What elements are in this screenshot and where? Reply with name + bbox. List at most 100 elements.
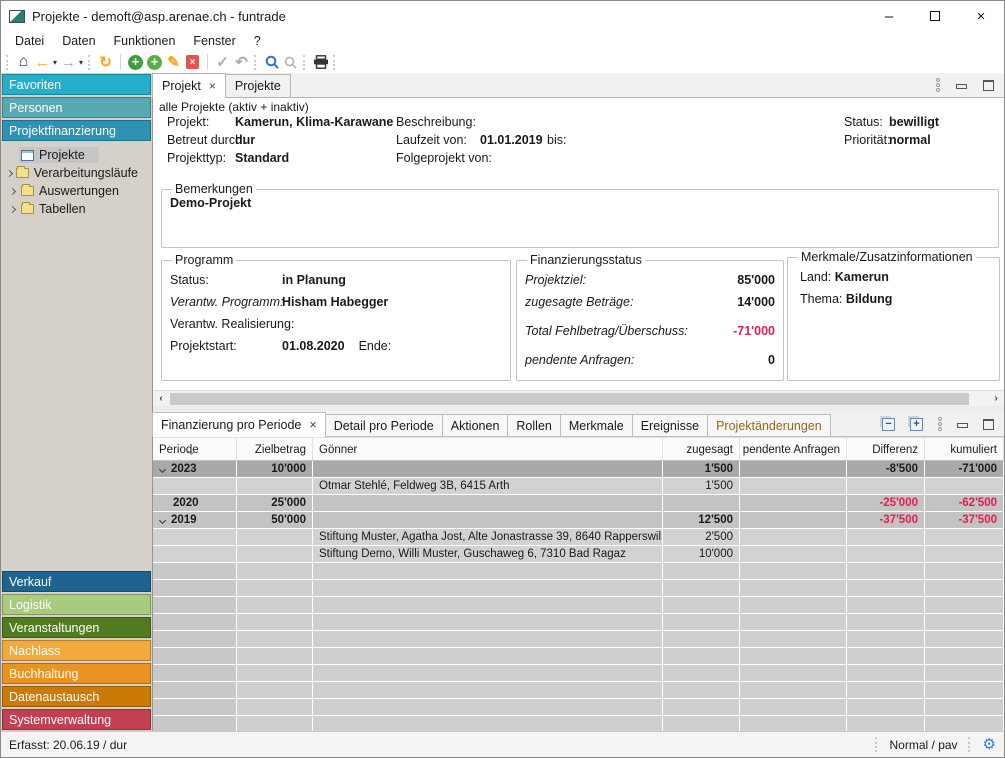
horizontal-scrollbar[interactable]: ‹ › — [153, 390, 1004, 406]
scroll-left-icon[interactable]: ‹ — [153, 393, 169, 404]
projekttyp-value: Standard — [235, 151, 289, 165]
back-dropdown-caret-icon[interactable]: ▾ — [53, 58, 57, 67]
zugesagt-value — [663, 495, 740, 511]
column-header-goenner[interactable]: Gönner — [313, 438, 663, 460]
sidebar-section-systemverwaltung[interactable]: Systemverwaltung — [2, 709, 151, 730]
close-button[interactable]: × — [958, 1, 1004, 31]
toolbar-grip[interactable] — [303, 55, 308, 70]
scroll-right-icon[interactable]: › — [988, 393, 1004, 404]
tab-aktionen[interactable]: Aktionen — [442, 414, 509, 436]
sidebar-section-datenaustausch[interactable]: Datenaustausch — [2, 686, 151, 707]
table-row-detail[interactable]: Otmar Stehlé, Feldweg 3B, 6415 Arth 1'50… — [153, 478, 1004, 495]
print-button[interactable] — [311, 52, 330, 72]
tree-item-projekte[interactable]: Projekte — [1, 146, 152, 164]
back-button[interactable]: ← — [33, 52, 52, 72]
menu-help[interactable]: ? — [245, 31, 270, 51]
sidebar-section-logistik[interactable]: Logistik — [2, 594, 151, 615]
tree-item-auswertungen[interactable]: Auswertungen — [1, 182, 152, 200]
table-row-empty — [153, 597, 1004, 614]
status-bar: Erfasst: 20.06.19 / dur Normal / pav ⚙ — [1, 731, 1004, 757]
pane-maximize-icon[interactable] — [983, 80, 994, 91]
column-header-zugesagt[interactable]: zugesagt — [663, 438, 740, 460]
add-copy-button[interactable]: + — [145, 52, 164, 72]
tree-item-verarbeitungslaeufe[interactable]: Verarbeitungsläufe — [1, 164, 152, 182]
menu-funktionen[interactable]: Funktionen — [105, 31, 185, 51]
table-row-group-2019[interactable]: 2019 50'000 12'500 -37'500 -37'500 — [153, 512, 1004, 529]
sidebar-section-buchhaltung[interactable]: Buchhaltung — [2, 663, 151, 684]
sidebar-section-projektfinanzierung[interactable]: Projektfinanzierung — [2, 120, 151, 141]
column-header-pendente-anfragen[interactable]: pendente Anfragen — [740, 438, 847, 460]
pane-menu-icon[interactable] — [938, 417, 942, 431]
pane-minimize-icon[interactable] — [956, 84, 967, 89]
toolbar-grip[interactable] — [333, 55, 338, 70]
sidebar-section-nachlass[interactable]: Nachlass — [2, 640, 151, 661]
pane-minimize-icon[interactable] — [957, 423, 968, 428]
sidebar-section-favoriten[interactable]: Favoriten — [2, 74, 151, 95]
thema-label: Thema: — [800, 288, 842, 310]
project-form: alle Projekte (aktiv + inaktiv) Projekt:… — [153, 98, 1004, 390]
pane-maximize-icon[interactable] — [983, 419, 994, 430]
toolbar-grip[interactable] — [88, 55, 93, 70]
pane-menu-icon[interactable] — [936, 78, 940, 92]
sidebar: Favoriten Personen Projektfinanzierung P… — [1, 73, 153, 731]
column-header-differenz[interactable]: Differenz — [847, 438, 925, 460]
collapse-all-icon[interactable]: − — [882, 418, 895, 431]
sidebar-section-verkauf[interactable]: Verkauf — [2, 571, 151, 592]
maximize-button[interactable] — [912, 1, 958, 31]
toolbar-grip[interactable] — [254, 55, 259, 70]
expander-down-icon[interactable] — [159, 465, 166, 472]
refresh-button[interactable]: ↻ — [96, 52, 115, 72]
edit-button[interactable]: ✎ — [164, 52, 183, 72]
expander-down-icon[interactable] — [159, 516, 166, 523]
menu-datei[interactable]: Datei — [6, 31, 53, 51]
tab-ereignisse[interactable]: Ereignisse — [632, 414, 708, 436]
toolbar-grip[interactable] — [6, 55, 11, 70]
chevron-right-icon[interactable] — [9, 205, 16, 212]
column-header-zielbetrag[interactable]: Zielbetrag — [237, 438, 313, 460]
tab-close-icon[interactable]: × — [209, 79, 216, 93]
forward-dropdown-caret-icon[interactable]: ▾ — [79, 58, 83, 67]
tab-rollen[interactable]: Rollen — [507, 414, 560, 436]
table-row-detail[interactable]: Stiftung Demo, Willi Muster, Guschaweg 6… — [153, 546, 1004, 563]
sidebar-section-veranstaltungen[interactable]: Veranstaltungen — [2, 617, 151, 638]
projekt-label: Projekt: — [167, 115, 209, 129]
tree-item-tabellen[interactable]: Tabellen — [1, 200, 152, 218]
search-icon — [265, 55, 279, 69]
tab-projekte[interactable]: Projekte — [225, 74, 291, 97]
minimize-button[interactable]: – — [866, 1, 912, 31]
tab-projekt[interactable]: Projekt × — [152, 73, 226, 98]
folder-icon — [21, 204, 34, 214]
chevron-right-icon[interactable] — [9, 187, 16, 194]
finanzierungsstatus-legend: Finanzierungsstatus — [527, 253, 645, 267]
expand-all-icon[interactable]: + — [910, 418, 923, 431]
undo-button[interactable]: ↶ — [232, 52, 251, 72]
tab-finanzierung-pro-periode[interactable]: Finanzierung pro Periode × — [152, 412, 326, 437]
tab-close-icon[interactable]: × — [309, 418, 316, 432]
delete-button[interactable]: × — [183, 52, 202, 72]
chevron-right-icon[interactable] — [6, 169, 13, 176]
sidebar-section-personen[interactable]: Personen — [2, 97, 151, 118]
search-button[interactable] — [262, 52, 281, 72]
home-button[interactable]: ⌂ — [14, 52, 33, 72]
table-row-group-2020[interactable]: 2020 25'000 -25'000 -62'500 — [153, 495, 1004, 512]
search-secondary-button[interactable] — [281, 52, 300, 72]
table-row-detail[interactable]: Stiftung Muster, Agatha Jost, Alte Jonas… — [153, 529, 1004, 546]
column-header-periode[interactable]: Periode — [153, 438, 237, 460]
menu-daten[interactable]: Daten — [53, 31, 104, 51]
programm-status-value: in Planung — [282, 269, 346, 291]
forward-button[interactable]: → — [59, 52, 78, 72]
home-icon: ⌂ — [19, 54, 29, 70]
confirm-button[interactable]: ✓ — [213, 52, 232, 72]
column-header-kumuliert[interactable]: kumuliert — [925, 438, 1004, 460]
add-button[interactable]: + — [126, 52, 145, 72]
menu-fenster[interactable]: Fenster — [184, 31, 244, 51]
table-row-group-2023[interactable]: 2023 10'000 1'500 -8'500 -71'000 — [153, 461, 1004, 478]
tab-projektaenderungen[interactable]: Projektänderungen — [707, 414, 831, 436]
settings-gear-icon[interactable]: ⚙ — [983, 737, 996, 752]
tab-detail-pro-periode[interactable]: Detail pro Periode — [325, 414, 443, 436]
toolbar: ⌂ ← ▾ → ▾ ↻ + + ✎ × ✓ ↶ — [1, 51, 1004, 73]
zielbetrag-value: 25'000 — [237, 495, 313, 511]
folder-icon — [21, 186, 34, 196]
scrollbar-thumb[interactable] — [170, 393, 969, 405]
tab-merkmale[interactable]: Merkmale — [560, 414, 633, 436]
